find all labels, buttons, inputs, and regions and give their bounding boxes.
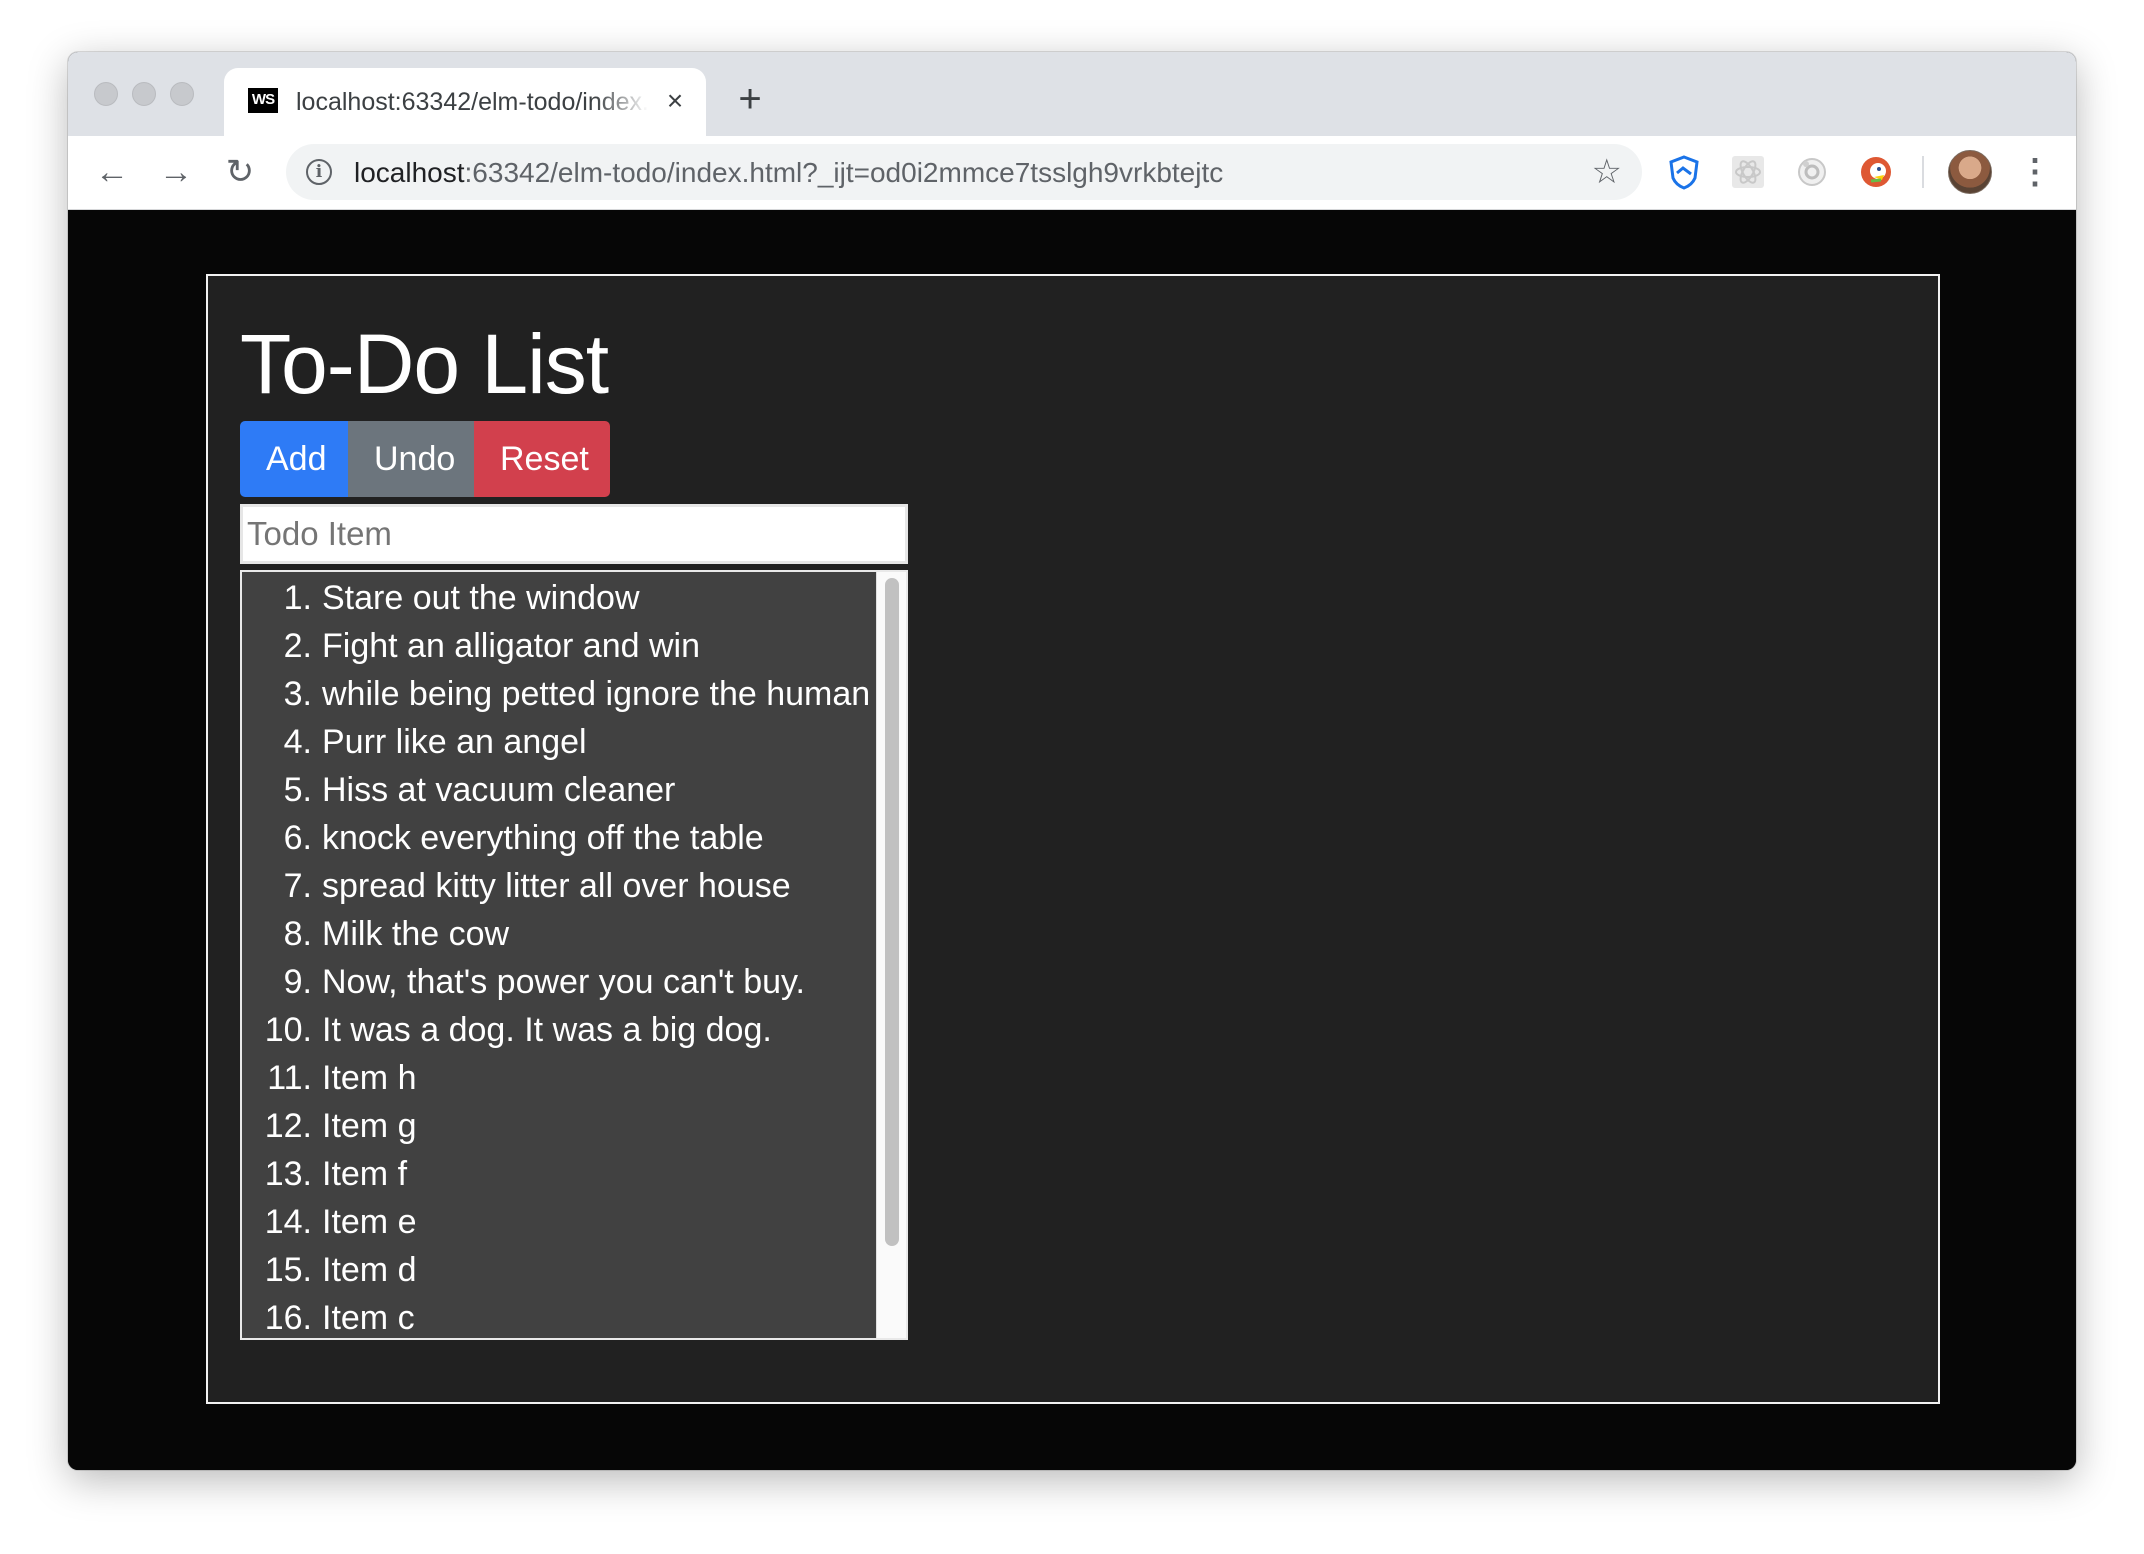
todo-list-box[interactable]: 1. Stare out the window 2. Fight an alligat…: [240, 570, 908, 1340]
browser-tab[interactable]: WS localhost:63342/elm-todo/index.html ×: [224, 68, 706, 136]
list-item-number: 5.: [283, 770, 312, 809]
list-scrollbar[interactable]: [876, 572, 906, 1338]
minimize-window-button[interactable]: [132, 82, 156, 106]
duckduckgo-extension-icon[interactable]: [1856, 152, 1896, 192]
scrollbar-thumb[interactable]: [885, 578, 899, 1246]
list-item-text: Stare out the window: [322, 578, 640, 617]
list-item[interactable]: 2. Fight an alligator and win: [242, 622, 876, 670]
address-bar[interactable]: i localhost:63342/elm-todo/index.html?_i…: [286, 144, 1642, 200]
list-item-text: It was a dog. It was a big dog.: [322, 1010, 772, 1049]
list-item-number: 2.: [283, 626, 312, 665]
star-icon[interactable]: ☆: [1592, 152, 1622, 192]
list-item-number: 7.: [283, 866, 312, 905]
list-item[interactable]: 7. spread kitty litter all over house: [242, 862, 876, 910]
list-item-number: 11.: [267, 1058, 312, 1097]
add-button[interactable]: Add: [240, 421, 348, 497]
browser-window: WS localhost:63342/elm-todo/index.html ×…: [68, 52, 2076, 1470]
todo-app-container: To-Do List Add Undo Reset 1. Stare out th…: [206, 274, 1940, 1404]
extension-icon[interactable]: [1792, 152, 1832, 192]
list-item[interactable]: 6. knock everything off the table: [242, 814, 876, 862]
list-item-number: 12.: [264, 1106, 312, 1145]
list-item[interactable]: 13. Item f: [242, 1150, 876, 1198]
list-item-number: 15.: [264, 1250, 312, 1289]
info-icon[interactable]: i: [306, 159, 332, 185]
url-path: :63342/elm-todo/index.html?_ijt=od0i2mmc…: [464, 157, 1224, 188]
list-item[interactable]: 16. Item c: [242, 1294, 876, 1338]
list-item[interactable]: 8. Milk the cow: [242, 910, 876, 958]
close-tab-icon[interactable]: ×: [660, 86, 690, 116]
webstorm-favicon-icon: WS: [248, 88, 278, 118]
list-item-text: Hiss at vacuum cleaner: [322, 770, 676, 809]
tab-strip: WS localhost:63342/elm-todo/index.html ×…: [68, 52, 2076, 136]
list-item-number: 3.: [283, 674, 312, 713]
list-item-text: Purr like an angel: [322, 722, 587, 761]
avatar[interactable]: [1948, 150, 1992, 194]
todo-item-input[interactable]: [240, 504, 908, 564]
list-item-number: 4.: [283, 722, 312, 761]
list-item-text: Now, that's power you can't buy.: [322, 962, 805, 1001]
list-item-number: 14.: [264, 1202, 312, 1241]
url-text[interactable]: localhost:63342/elm-todo/index.html?_ijt…: [354, 157, 1223, 189]
list-item-text: Item h: [322, 1058, 417, 1097]
todo-list: 1. Stare out the window 2. Fight an alligat…: [242, 572, 876, 1338]
reload-icon[interactable]: ↻: [220, 152, 260, 192]
list-item-text: Item e: [322, 1202, 417, 1241]
list-item[interactable]: 12. Item g: [242, 1102, 876, 1150]
list-item[interactable]: 15. Item d: [242, 1246, 876, 1294]
list-item-number: 16.: [264, 1298, 312, 1337]
list-item-text: Milk the cow: [322, 914, 510, 953]
list-item[interactable]: 4. Purr like an angel: [242, 718, 876, 766]
list-item-number: 1.: [283, 578, 312, 617]
list-item-text: Item c: [322, 1298, 415, 1337]
list-item-number: 8.: [283, 914, 312, 953]
list-item-number: 13.: [264, 1154, 312, 1193]
list-item-text: Item d: [322, 1250, 417, 1289]
new-tab-icon[interactable]: +: [732, 79, 768, 119]
browser-toolbar: ← → ↻ i localhost:63342/elm-todo/index.h…: [68, 136, 2076, 210]
list-item-number: 6.: [283, 818, 312, 857]
list-item-text: Fight an alligator and win: [322, 626, 701, 665]
list-item-number: 10.: [264, 1010, 312, 1049]
list-item[interactable]: 9. Now, that's power you can't buy.: [242, 958, 876, 1006]
list-item-text: Item g: [322, 1106, 417, 1145]
list-item-text: spread kitty litter all over house: [322, 866, 791, 905]
reset-button[interactable]: Reset: [474, 421, 610, 497]
action-button-group: Add Undo Reset: [240, 421, 610, 497]
list-item-text: while being petted ignore the human: [322, 674, 871, 713]
list-item-text: Item f: [322, 1154, 408, 1193]
list-item-text: knock everything off the table: [322, 818, 764, 857]
page-title: To-Do List: [240, 317, 609, 411]
close-window-button[interactable]: [94, 82, 118, 106]
list-item[interactable]: 5. Hiss at vacuum cleaner: [242, 766, 876, 814]
shield-extension-icon[interactable]: [1664, 152, 1704, 192]
list-item[interactable]: 11. Item h: [242, 1054, 876, 1102]
page-viewport: To-Do List Add Undo Reset 1. Stare out th…: [68, 210, 2076, 1470]
url-host: localhost: [354, 157, 465, 188]
maximize-window-button[interactable]: [170, 82, 194, 106]
react-extension-icon[interactable]: [1728, 152, 1768, 192]
list-item[interactable]: 10. It was a dog. It was a big dog.: [242, 1006, 876, 1054]
back-arrow-icon[interactable]: ←: [92, 152, 132, 192]
list-item[interactable]: 1. Stare out the window: [242, 574, 876, 622]
list-item-number: 9.: [283, 962, 312, 1001]
list-item[interactable]: 3. while being petted ignore the human: [242, 670, 876, 718]
more-menu-icon[interactable]: ⋮: [2018, 152, 2052, 192]
toolbar-separator: [1922, 156, 1924, 188]
tab-title: localhost:63342/elm-todo/index.html: [296, 88, 648, 116]
list-item[interactable]: 14. Item e: [242, 1198, 876, 1246]
forward-arrow-icon[interactable]: →: [156, 152, 196, 192]
undo-button[interactable]: Undo: [348, 421, 474, 497]
